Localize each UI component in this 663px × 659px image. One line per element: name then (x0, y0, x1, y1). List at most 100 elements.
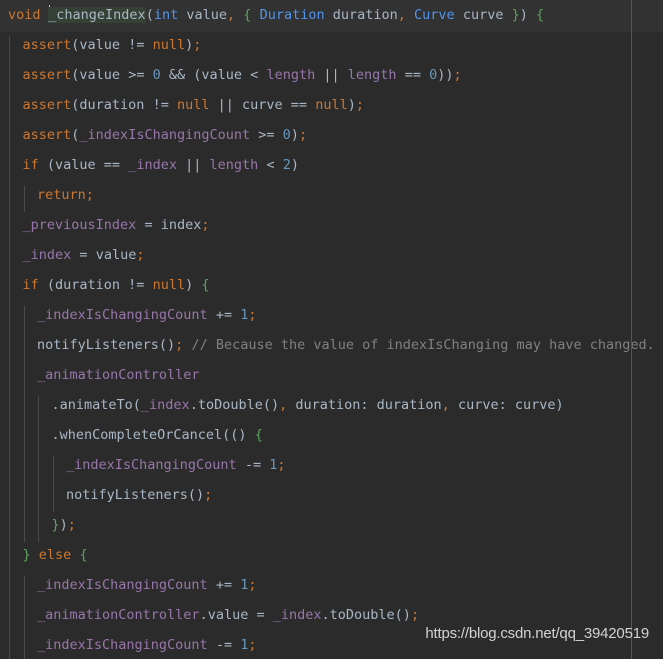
code-line[interactable]: void _changeIndex(int value, { Duration … (0, 0, 663, 30)
code-token: _previousIndex (22, 217, 137, 233)
code-token: && (168, 67, 186, 83)
code-token: = (79, 247, 88, 263)
code-token: ; (410, 607, 420, 623)
code-token: ; (277, 457, 286, 473)
code-line[interactable]: .whenCompleteOrCancel(() { (0, 420, 663, 450)
code-line[interactable]: if (duration != null) { (0, 270, 663, 300)
code-token: (duration (71, 97, 153, 113)
code-token: != (128, 37, 145, 53)
code-token: ( (145, 7, 154, 23)
code-token: assert (22, 97, 72, 113)
code-token: .animateTo( (51, 397, 141, 413)
code-token: ; (355, 97, 364, 113)
code-token: } (51, 517, 60, 533)
code-token: if (22, 277, 39, 293)
code-token: } (22, 547, 31, 563)
code-token: length (209, 157, 259, 173)
code-token: length (266, 67, 316, 83)
code-token: -= (215, 637, 233, 653)
code-token: length (347, 67, 397, 83)
code-line[interactable]: return; (0, 180, 663, 210)
code-token: _indexIsChangingCount (37, 637, 208, 653)
code-editor[interactable]: void _changeIndex(int value, { Duration … (0, 0, 663, 659)
code-line[interactable]: assert(value != null); (0, 30, 663, 60)
code-token: _index (22, 247, 72, 263)
code-line[interactable]: } else { (0, 540, 663, 570)
code-token: ) (185, 277, 202, 293)
code-token: != (128, 277, 145, 293)
code-token: ; (248, 307, 257, 323)
code-token: assert (22, 127, 72, 143)
code-token: (value (71, 37, 129, 53)
code-token: ; (85, 187, 94, 203)
code-token: _changeIndex (48, 7, 146, 23)
code-token: += (215, 307, 233, 323)
code-token: || (185, 157, 202, 173)
code-token: _animationController (37, 367, 200, 383)
code-line[interactable]: _index = value; (0, 240, 663, 270)
code-token: ) (290, 157, 300, 173)
code-token: null (176, 97, 210, 113)
code-token: { (201, 277, 210, 293)
code-token: _indexIsChangingCount (79, 127, 251, 143)
code-token: ; (204, 487, 213, 503)
code-line[interactable]: }); (0, 510, 663, 540)
code-token: != (152, 97, 169, 113)
code-line[interactable]: _previousIndex = index; (0, 210, 663, 240)
code-token: duration: duration (287, 397, 442, 413)
watermark-url: https://blog.csdn.net/qq_39420519 (425, 625, 649, 642)
code-token: notifyListeners() (37, 337, 176, 353)
code-line[interactable]: assert(duration != null || curve == null… (0, 90, 663, 120)
code-token: 0 (282, 127, 291, 143)
code-token: _animationController (37, 607, 200, 623)
code-token: if (22, 157, 39, 173)
code-token: null (152, 277, 186, 293)
code-token: -= (244, 457, 262, 473)
code-token: += (215, 577, 233, 593)
code-line[interactable]: notifyListeners(); (0, 480, 663, 510)
code-token: { (254, 427, 263, 443)
code-line[interactable]: .animateTo(_index.toDouble(), duration: … (0, 390, 663, 420)
code-token: .toDouble() (321, 607, 411, 623)
code-token: (duration (38, 277, 129, 293)
code-line[interactable]: _indexIsChangingCount += 1; (0, 300, 663, 330)
code-token: ; (298, 127, 308, 143)
code-token: null (152, 37, 186, 53)
code-line[interactable]: if (value == _index || length < 2) (0, 150, 663, 180)
code-token: curve (454, 7, 512, 23)
code-line[interactable]: notifyListeners(); // Because the value … (0, 330, 663, 360)
code-line[interactable]: _indexIsChangingCount += 1; (0, 570, 663, 600)
code-token: < (266, 157, 275, 173)
code-token: notifyListeners() (66, 487, 205, 503)
code-line[interactable]: assert(_indexIsChangingCount >= 0); (0, 120, 663, 150)
code-line[interactable]: _animationController (0, 360, 663, 390)
code-token: _index (272, 607, 322, 623)
code-token: (value (185, 67, 251, 83)
code-token: ; (67, 517, 76, 533)
code-token: // Because the value of indexIsChanging … (191, 337, 655, 353)
code-token: , (441, 397, 450, 413)
code-token: ; (136, 247, 145, 263)
code-line[interactable]: assert(value >= 0 && (value < length || … (0, 60, 663, 90)
code-token: _indexIsChangingCount (66, 457, 237, 473)
code-line[interactable]: _indexIsChangingCount -= 1; (0, 450, 663, 480)
code-content[interactable]: void _changeIndex(int value, { Duration … (0, 0, 663, 659)
code-token: { (79, 547, 88, 563)
code-token: assert (22, 37, 72, 53)
code-token: _index (128, 157, 177, 173)
code-token: == (290, 97, 308, 113)
